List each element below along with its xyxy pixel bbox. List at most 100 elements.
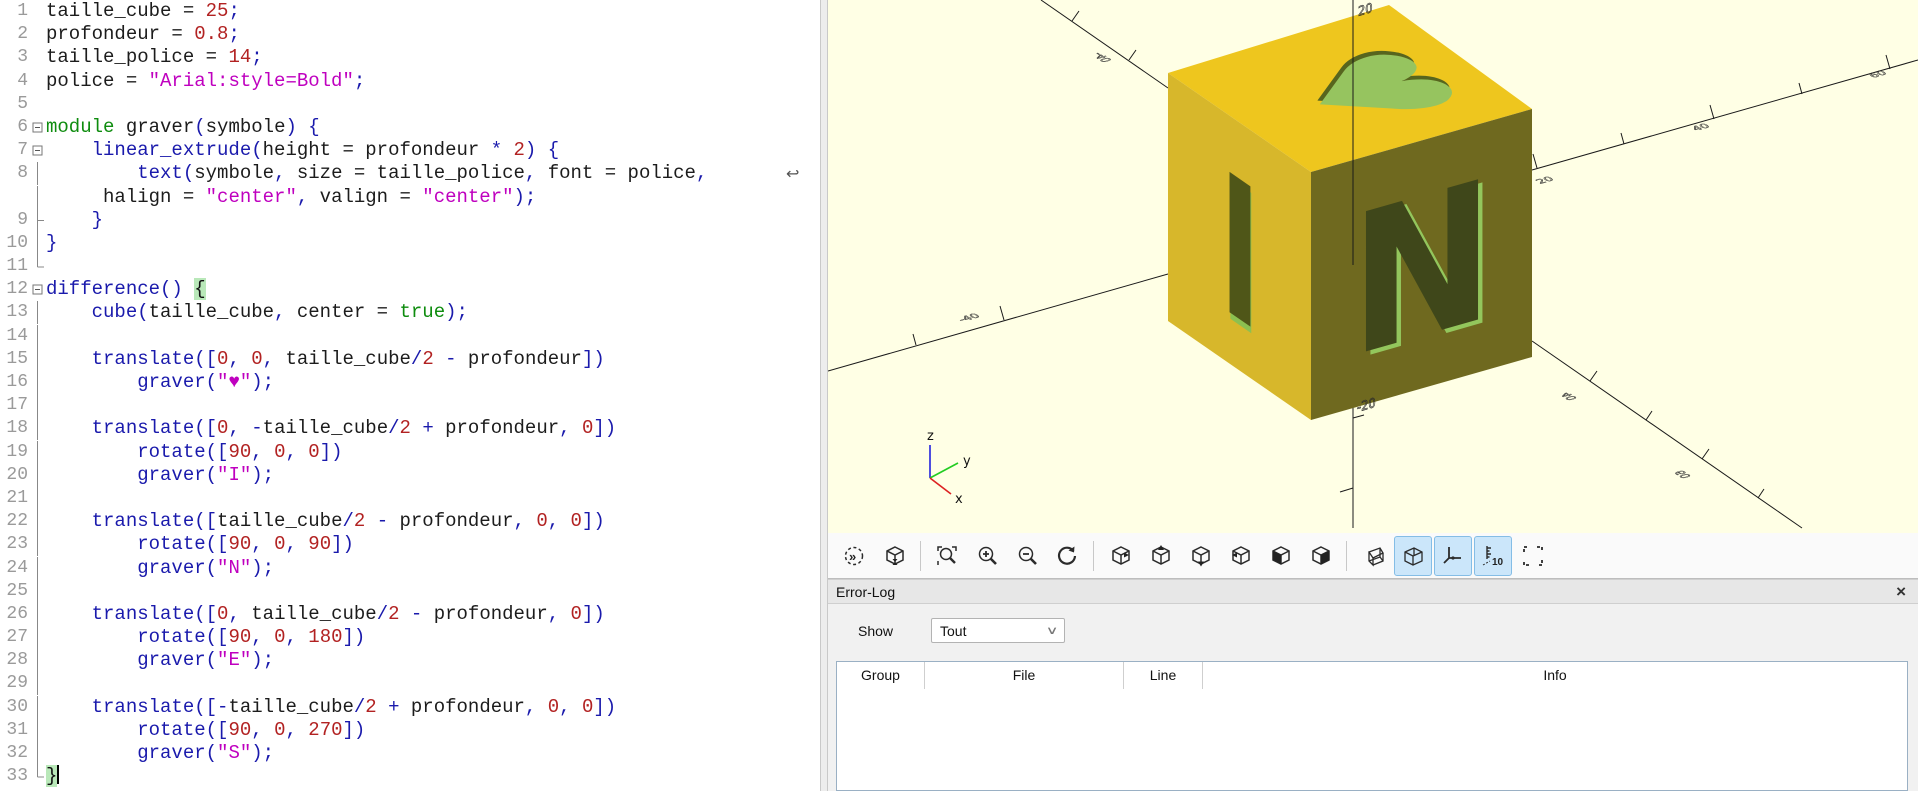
perspective-button[interactable] <box>1354 536 1392 576</box>
column-header-group[interactable]: Group <box>837 662 924 689</box>
view-all-icon <box>937 545 957 565</box>
code-text: } <box>46 231 58 254</box>
code-line[interactable]: 12 difference() { <box>0 278 820 301</box>
indicator-x-label: x <box>955 492 963 507</box>
code-line[interactable]: 22 translate([taille_cube/2 - profondeur… <box>0 510 820 534</box>
line-number: 33 <box>6 766 28 787</box>
code-line[interactable]: 28 graver("E"); <box>0 649 820 673</box>
code-line[interactable]: 7 linear_extrude(height = profondeur * 2… <box>0 139 820 162</box>
show-axes-icon <box>1443 546 1461 564</box>
code-line[interactable]: 5 <box>0 93 820 116</box>
error-log-table-header: Group File Line Info <box>837 662 1907 689</box>
code-line[interactable]: 29 <box>0 672 820 696</box>
indicator-y-axis <box>929 462 959 479</box>
line-number: 23 <box>6 534 28 555</box>
view-front-icon <box>1272 545 1290 565</box>
code-text: module graver(symbole) { <box>46 115 320 138</box>
column-header-file[interactable]: File <box>924 662 1123 689</box>
fold-marker <box>31 46 46 69</box>
fold-marker[interactable] <box>31 116 46 139</box>
view-back-button[interactable] <box>1301 536 1339 576</box>
line-number: 17 <box>6 395 28 416</box>
line-number: 32 <box>6 743 28 763</box>
svg-text:10: 10 <box>1492 557 1504 568</box>
view-bottom-button[interactable] <box>1181 536 1219 576</box>
code-text: rotate([90, 0, 180]) <box>137 626 366 649</box>
axis-tick <box>1128 49 1137 61</box>
code-line[interactable]: 23 rotate([90, 0, 90]) <box>0 533 820 557</box>
view-front-button[interactable] <box>1261 536 1299 576</box>
line-number: 11 <box>6 256 28 277</box>
axis-tick <box>1071 10 1080 22</box>
line-number: 15 <box>6 348 28 369</box>
code-line[interactable]: 15 translate([0, 0, taille_cube/2 - prof… <box>0 347 820 371</box>
view-top-button[interactable] <box>1141 536 1179 576</box>
axis-tick <box>1645 410 1653 421</box>
column-header-line[interactable]: Line <box>1123 662 1202 689</box>
reset-view-button[interactable] <box>1048 536 1086 576</box>
code-line[interactable]: 33} <box>0 765 820 788</box>
svg-text:»: » <box>849 549 856 564</box>
show-axes-button[interactable] <box>1434 535 1472 576</box>
code-line[interactable]: 3 taille_police = 14; <box>0 46 820 69</box>
render-button[interactable] <box>875 536 913 576</box>
code-line[interactable]: 20 graver("I"); <box>0 463 820 487</box>
code-line[interactable]: 16 graver("♥"); <box>0 371 820 394</box>
fold-marker[interactable] <box>31 278 46 301</box>
line-number: 18 <box>6 418 28 439</box>
code-line[interactable]: 19 rotate([90, 0, 0]) <box>0 440 820 464</box>
code-line[interactable]: 24 graver("N"); <box>0 556 820 580</box>
code-line[interactable]: 9 } <box>0 208 820 232</box>
code-line[interactable]: 2 profondeur = 0.8; <box>0 23 820 46</box>
view-left-button[interactable] <box>1221 536 1259 576</box>
preview-button[interactable]: » <box>835 536 873 576</box>
code-line[interactable]: 11 <box>0 255 820 278</box>
axis-tick <box>1532 153 1538 169</box>
code-line[interactable]: 17 <box>0 394 820 418</box>
show-crosshairs-button[interactable] <box>1514 536 1552 576</box>
code-line[interactable]: 4 police = "Arial:style=Bold"; <box>0 70 820 93</box>
code-line[interactable]: 1 taille_cube = 25; <box>0 0 820 23</box>
error-log-table[interactable]: Group File Line Info <box>836 661 1908 791</box>
code-line[interactable]: halign = "center", valign = "center"); <box>0 185 820 209</box>
axis-line-y-neg <box>828 273 1169 372</box>
fold-marker <box>31 93 46 116</box>
3d-viewport[interactable]: ♥ ♥ I I N N -40 20 40 60 -40 40 60 20 -20 z y x <box>828 0 1918 533</box>
fold-marker[interactable] <box>31 139 46 162</box>
zoom-in-button[interactable] <box>968 536 1006 576</box>
axis-tick <box>1885 54 1891 70</box>
code-editor[interactable]: 1 taille_cube = 25; 2 profondeur = 0.8; 3 tai… <box>0 0 820 791</box>
line-number: 12 <box>6 279 28 300</box>
line-number: 20 <box>6 464 28 485</box>
orthogonal-button[interactable] <box>1394 535 1432 576</box>
view-all-button[interactable] <box>928 536 966 576</box>
code-line[interactable]: 10} <box>0 231 820 255</box>
view-right-button[interactable] <box>1101 536 1139 576</box>
view-left-icon <box>1232 545 1250 565</box>
error-log-titlebar[interactable]: Error-Log × <box>828 579 1918 604</box>
code-line[interactable]: 31 rotate([90, 0, 270]) <box>0 718 820 742</box>
engraved-letter-n: NN <box>1350 137 1498 405</box>
zoom-out-button[interactable] <box>1008 536 1046 576</box>
fold-marker <box>31 371 46 394</box>
code-line[interactable]: 18 translate([0, -taille_cube/2 + profon… <box>0 417 820 441</box>
code-line[interactable]: 27 rotate([90, 0, 180]) <box>0 626 820 650</box>
show-scale-markers-button[interactable]: 10 <box>1474 535 1512 576</box>
code-line[interactable]: 13 cube(taille_cube, center = true); <box>0 301 820 325</box>
code-line[interactable]: 26 translate([0, taille_cube/2 - profond… <box>0 602 820 626</box>
indicator-z-label: z <box>927 429 934 444</box>
close-icon[interactable]: × <box>1892 583 1910 600</box>
code-line[interactable]: 21 <box>0 486 820 510</box>
code-line[interactable]: 25 <box>0 579 820 603</box>
filter-dropdown[interactable]: Tout ∨ <box>931 618 1065 643</box>
code-line[interactable]: 8 text(symbole, size = taille_police, fo… <box>0 162 820 186</box>
code-text: graver("N"); <box>137 556 275 579</box>
view-bottom-icon <box>1192 545 1210 566</box>
code-line[interactable]: 32 graver("S"); <box>0 742 820 765</box>
code-line[interactable]: 6 module graver(symbole) { <box>0 116 820 139</box>
code-line[interactable]: 14 <box>0 324 820 348</box>
editor-viewport-splitter[interactable] <box>820 0 828 791</box>
column-header-info[interactable]: Info <box>1202 662 1907 689</box>
code-line[interactable]: 30 translate([-taille_cube/2 + profondeu… <box>0 695 820 719</box>
